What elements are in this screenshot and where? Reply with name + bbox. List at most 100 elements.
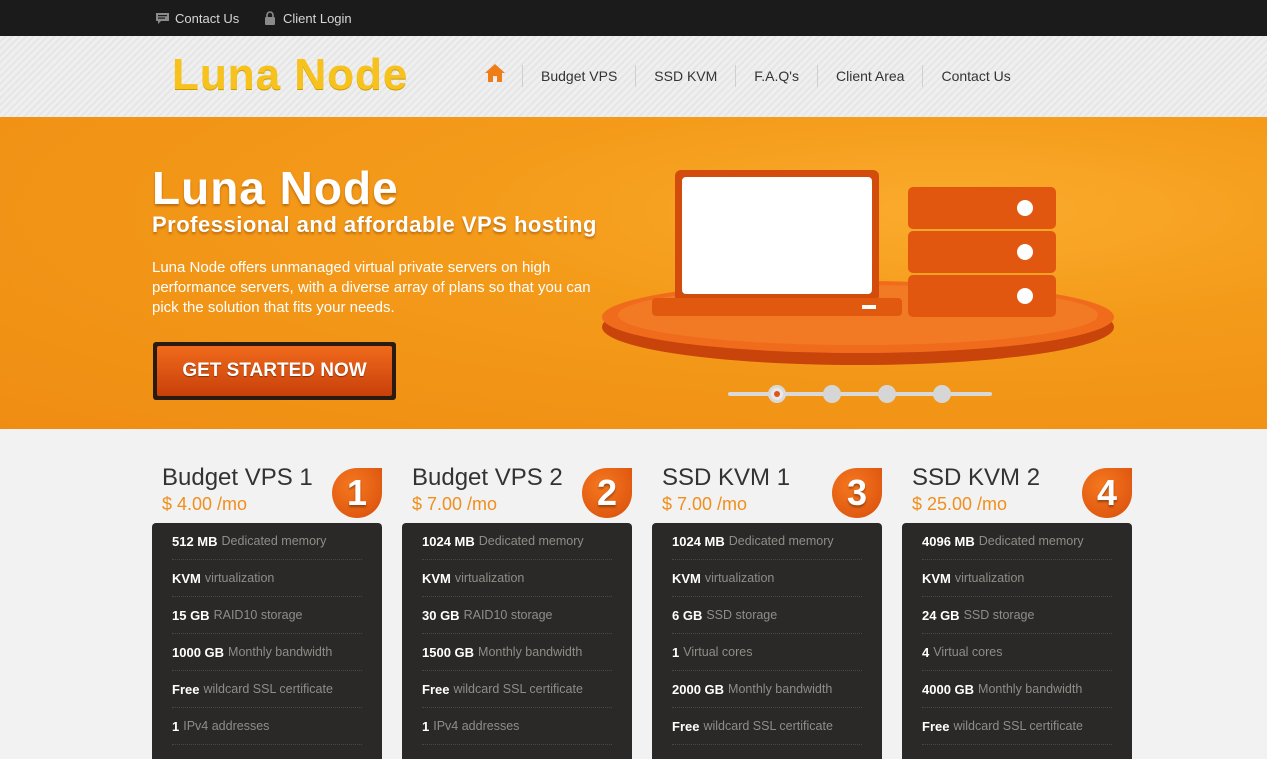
feature-row: 30 GB RAID10 storage [422,597,612,634]
feature-value: 1000 GB [172,644,225,660]
get-started-label: GET STARTED NOW [157,346,392,396]
feature-row: KVM virtualization [172,560,362,597]
feature-row: KVM virtualization [922,560,1112,597]
hero-subtitle: Professional and affordable VPS hosting [152,212,597,237]
hero-title: Luna Node [152,162,399,214]
feature-value: KVM [172,570,201,586]
speech-bubble-icon [154,10,170,26]
feature-row: 4 Virtual cores [922,634,1112,671]
feature-row: Free wildcard SSL certificate [172,671,362,708]
feature-value: KVM [672,570,701,586]
plan-name: Budget VPS 1 [162,464,313,491]
feature-row: Free wildcard SSL certificate [672,708,862,745]
slide-dot-2[interactable] [823,385,841,403]
feature-desc: Monthly bandwidth [978,682,1083,696]
plan-number-badge: 1 [332,468,382,518]
feature-desc: RAID10 storage [213,608,303,622]
feature-row: 1 Virtual cores [672,634,862,671]
home-icon [484,63,506,89]
top-contact-label: Contact Us [175,10,240,26]
feature-desc: virtualization [954,571,1025,585]
feature-desc: Dedicated memory [728,534,834,548]
feature-value: 6 GB [672,607,703,623]
feature-desc: Monthly bandwidth [478,645,583,659]
feature-row: KVM virtualization [422,560,612,597]
feature-desc: virtualization [454,571,525,585]
feature-value: 1500 GB [422,644,475,660]
main-nav: Budget VPS SSD KVM F.A.Q's Client Area C… [480,64,1029,88]
feature-value: 4 [922,644,930,660]
feature-desc: Dedicated memory [221,534,327,548]
feature-value: Free [172,681,200,697]
feature-desc: IPv4 addresses [183,719,270,733]
feature-row: 1024 MB Dedicated memory [672,523,862,560]
plan-price: $ 25.00 /mo [912,494,1008,514]
feature-row: 4096 MB Dedicated memory [922,523,1112,560]
nav-client-area[interactable]: Client Area [816,65,922,87]
plan-price: $ 7.00 /mo [412,494,498,514]
plan-name: Budget VPS 2 [412,464,563,491]
laptop-server-illustration [600,167,1120,372]
feature-row: 1000 GB Monthly bandwidth [172,634,362,671]
feature-desc: RAID10 storage [463,608,553,622]
feature-value: Free [422,681,450,697]
feature-row: Free wildcard SSL certificate [922,708,1112,745]
plan-features: 4096 MB Dedicated memory KVM virtualizatio… [902,523,1132,759]
nav-contact-us[interactable]: Contact Us [922,65,1028,87]
feature-value: 15 GB [172,607,210,623]
feature-desc: Monthly bandwidth [228,645,333,659]
feature-desc: wildcard SSL certificate [953,719,1083,733]
slide-dot-3[interactable] [878,385,896,403]
plan-number-badge: 2 [582,468,632,518]
lock-icon [262,10,278,26]
nav-budget-vps[interactable]: Budget VPS [522,65,635,87]
feature-value: 2000 GB [672,681,725,697]
feature-desc: virtualization [704,571,775,585]
site-logo[interactable]: Luna Node [172,50,408,100]
feature-desc: Dedicated memory [478,534,584,548]
top-bar: Contact Us Client Login [0,0,1267,36]
feature-desc: Dedicated memory [978,534,1084,548]
feature-row: 6 GB SSD storage [672,597,862,634]
feature-value: 1 [172,718,180,734]
feature-row: 1 IPv4 addresses [172,708,362,745]
feature-desc: SSD storage [963,608,1035,622]
feature-value: 512 MB [172,533,218,549]
plan-name: SSD KVM 1 [662,464,791,491]
plan-name: SSD KVM 2 [912,464,1041,491]
plan-price: $ 7.00 /mo [662,494,748,514]
feature-desc: wildcard SSL certificate [203,682,333,696]
feature-value: 1024 MB [422,533,475,549]
client-login-label: Client Login [283,10,352,26]
nav-home[interactable] [480,63,522,89]
feature-row: 4000 GB Monthly bandwidth [922,671,1112,708]
plan-features: 512 MB Dedicated memory KVM virtualization… [152,523,382,759]
top-contact-link[interactable]: Contact Us [154,10,239,26]
feature-value: 4000 GB [922,681,975,697]
feature-row: Free wildcard SSL certificate [422,671,612,708]
feature-value: Free [672,718,700,734]
nav-faq[interactable]: F.A.Q's [735,65,817,87]
feature-row: 2000 GB Monthly bandwidth [672,671,862,708]
plan-number-badge: 4 [1082,468,1132,518]
feature-value: 1 [422,718,430,734]
nav-ssd-kvm[interactable]: SSD KVM [635,65,735,87]
feature-desc: wildcard SSL certificate [703,719,833,733]
get-started-button[interactable]: GET STARTED NOW [153,342,396,400]
feature-row: 1500 GB Monthly bandwidth [422,634,612,671]
feature-value: Free [922,718,950,734]
feature-desc: wildcard SSL certificate [453,682,583,696]
hero-banner: Luna Node Professional and affordable VP… [0,117,1267,429]
plan-features: 1024 MB Dedicated memory KVM virtualizatio… [402,523,632,759]
plan-features: 1024 MB Dedicated memory KVM virtualizatio… [652,523,882,759]
slide-pager [728,382,992,406]
feature-desc: Virtual cores [683,645,753,659]
site-header: Luna Node Budget VPS SSD KVM F.A.Q's Cli… [0,36,1267,117]
client-login-link[interactable]: Client Login [262,10,352,26]
slide-dot-4[interactable] [933,385,951,403]
feature-desc: IPv4 addresses [433,719,520,733]
slide-dot-1[interactable] [768,385,786,403]
feature-row: 24 GB SSD storage [922,597,1112,634]
hero-description: Luna Node offers unmanaged virtual priva… [152,259,591,316]
feature-desc: Virtual cores [933,645,1003,659]
